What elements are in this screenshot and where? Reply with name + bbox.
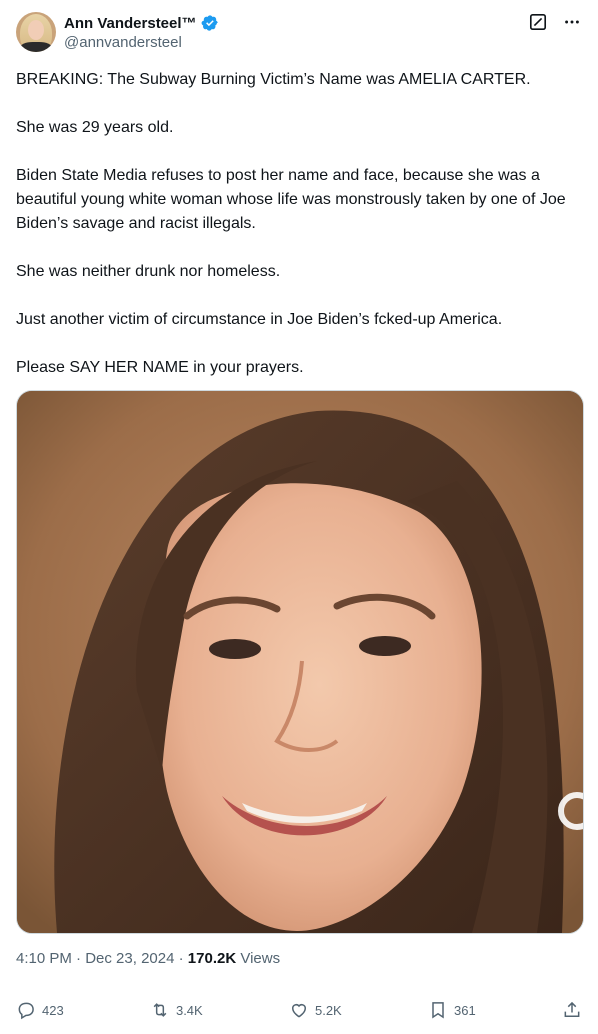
like-icon <box>291 1004 306 1018</box>
tweet-paragraph: Biden State Media refuses to post her na… <box>16 167 566 232</box>
share-button[interactable] <box>562 1000 582 1020</box>
top-actions <box>528 12 582 32</box>
views-count: 170.2K <box>187 950 237 967</box>
verified-badge-icon <box>201 14 219 32</box>
repost-count: 3.4K <box>175 1002 203 1018</box>
like-count: 5.2K <box>314 1002 342 1018</box>
tweet-paragraph: She was 29 years old. <box>16 119 174 136</box>
tweet-paragraph: Just another victim of circumstance in J… <box>16 311 503 328</box>
tweet-photo[interactable] <box>16 390 584 934</box>
grok-icon[interactable] <box>528 12 548 32</box>
tweet-meta: 4:10 PM · Dec 23, 2024 · 170.2K Views <box>16 950 280 967</box>
reply-icon <box>18 1002 34 1020</box>
action-bar: 423 3.4K 5.2K 361 <box>16 998 582 1022</box>
like-button[interactable]: 5.2K <box>289 1000 342 1020</box>
reply-count: 423 <box>42 1002 64 1018</box>
tweet-paragraph: She was neither drunk nor homeless. <box>16 263 281 280</box>
tweet-paragraph: Please SAY HER NAME in your prayers. <box>16 359 304 376</box>
reply-button[interactable]: 423 <box>16 1000 64 1020</box>
display-name[interactable]: Ann Vandersteel™ <box>64 15 197 32</box>
bookmark-button[interactable]: 361 <box>428 1000 476 1020</box>
tweet-time[interactable]: 4:10 PM <box>16 950 72 967</box>
meta-separator: · <box>174 950 188 967</box>
more-icon[interactable] <box>562 12 582 32</box>
tweet-date[interactable]: Dec 23, 2024 <box>85 950 174 967</box>
share-icon <box>564 1001 580 1017</box>
repost-button[interactable]: 3.4K <box>150 1000 203 1020</box>
meta-separator: · <box>71 950 86 967</box>
name-row: Ann Vandersteel™ <box>64 14 219 32</box>
tweet-text: BREAKING: The Subway Burning Victim’s Na… <box>16 68 584 404</box>
tweet-header: Ann Vandersteel™ @annvandersteel <box>16 12 582 56</box>
tweet-paragraph: BREAKING: The Subway Burning Victim’s Na… <box>16 71 531 88</box>
bookmark-icon <box>432 1002 444 1019</box>
handle[interactable]: @annvandersteel <box>64 34 182 51</box>
bookmark-count: 361 <box>454 1002 476 1018</box>
avatar[interactable] <box>16 12 56 52</box>
repost-icon <box>153 1003 167 1017</box>
views-label: Views <box>236 950 281 967</box>
